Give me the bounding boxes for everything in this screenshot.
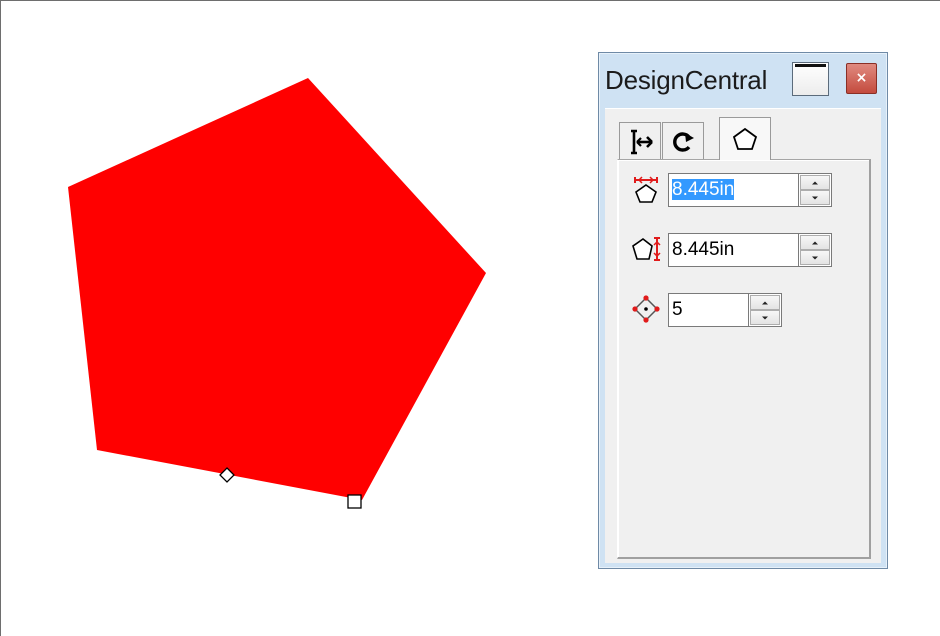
height-value: 8.445in: [672, 239, 735, 260]
height-increment-button[interactable]: [800, 235, 830, 250]
rotate-arrow-icon: [673, 131, 694, 152]
height-spinner[interactable]: [798, 233, 832, 267]
move-size-tab[interactable]: [619, 122, 661, 160]
rotate-tab[interactable]: [662, 122, 704, 160]
sides-spinner[interactable]: [748, 293, 782, 327]
move-arrows-icon: [631, 129, 653, 154]
polygon-width-icon: [634, 176, 658, 203]
pentagon-shape[interactable]: [68, 78, 486, 500]
width-spinner[interactable]: [798, 173, 832, 207]
minimize-icon: [795, 64, 826, 67]
height-decrement-button[interactable]: [800, 250, 830, 265]
width-row: 8.445in: [618, 170, 858, 207]
sides-decrement-button[interactable]: [750, 310, 780, 325]
minimize-button[interactable]: [792, 62, 829, 96]
width-value: 8.445in: [672, 179, 735, 200]
designcentral-panel: DesignCentral × 8.445in 8.445in 5: [598, 52, 888, 569]
polygon-tab-panel: 8.445in 8.445in 5: [617, 159, 871, 559]
panel-title: DesignCentral: [605, 65, 768, 95]
pentagon-icon: [732, 127, 758, 150]
sides-increment-button[interactable]: [750, 295, 780, 310]
square-handle[interactable]: [347, 494, 362, 509]
polygon-sides-field[interactable]: 5: [668, 293, 750, 327]
sides-row: 5: [618, 290, 818, 327]
polygon-sides-icon: [632, 295, 660, 323]
height-row: 8.445in: [618, 230, 858, 267]
sides-value: 5: [672, 299, 683, 320]
close-button[interactable]: ×: [846, 63, 877, 94]
width-increment-button[interactable]: [800, 175, 830, 190]
width-decrement-button[interactable]: [800, 190, 830, 205]
polygon-tab[interactable]: [719, 117, 771, 160]
panel-body: 8.445in 8.445in 5: [605, 108, 881, 563]
polygon-height-field[interactable]: 8.445in: [668, 233, 800, 267]
polygon-height-icon: [632, 237, 661, 261]
polygon-width-field[interactable]: 8.445in: [668, 173, 800, 207]
